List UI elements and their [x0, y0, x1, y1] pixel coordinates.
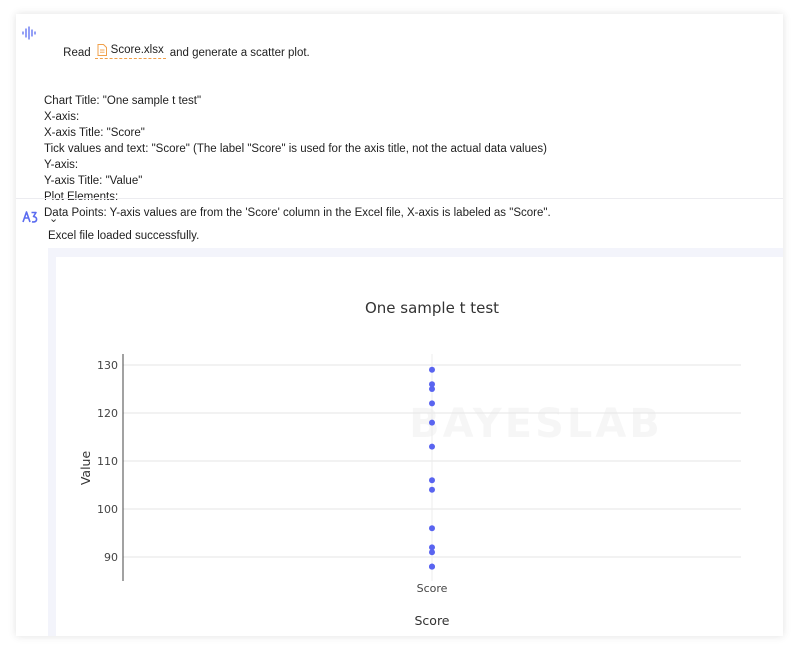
data-point[interactable] — [429, 443, 435, 450]
data-point[interactable] — [429, 366, 435, 373]
y-tick-label: 120 — [97, 407, 118, 420]
prompt-line: Tick values and text: "Score" (The label… — [44, 143, 547, 155]
data-point[interactable] — [429, 563, 435, 570]
y-tick-label: 130 — [97, 359, 118, 372]
prompt-line: X-axis Title: "Score" — [44, 127, 145, 139]
file-name: Score.xlsx — [110, 44, 164, 56]
prompt-read-word: Read — [63, 47, 91, 59]
x-axis-title: Score — [414, 613, 449, 628]
chevron-down-icon[interactable]: ⌄ — [49, 212, 58, 225]
prompt-line: Y-axis: — [44, 159, 79, 171]
chart-container: BAYESLAB 90 100 110 120 130 Score One sample… — [56, 257, 783, 636]
scatter-chart: BAYESLAB 90 100 110 120 130 Score One sample… — [78, 299, 741, 628]
data-point[interactable] — [429, 477, 435, 484]
prompt-line: Chart Title: "One sample t test" — [44, 95, 202, 107]
prompt-line: Y-axis Title: "Value" — [44, 175, 143, 187]
voice-wave-icon — [22, 26, 36, 40]
data-point[interactable] — [429, 400, 435, 407]
assistant-logo-icon — [22, 211, 38, 223]
response-status: Excel file loaded successfully. — [48, 230, 200, 242]
spreadsheet-file-icon — [97, 44, 107, 56]
file-chip[interactable]: Score.xlsx — [94, 42, 166, 59]
y-axis-title: Value — [78, 451, 93, 486]
data-point[interactable] — [429, 486, 435, 493]
data-point[interactable] — [429, 386, 435, 392]
user-prompt: Read Score.xlsx and generate a scatter plo… — [44, 26, 764, 221]
chat-window: Read Score.xlsx and generate a scatter plo… — [16, 14, 783, 636]
message-divider — [16, 198, 783, 199]
prompt-line: Plot Elements: — [44, 191, 119, 203]
prompt-line: Data Points: Y-axis values are from the … — [44, 207, 551, 219]
y-tick-label: 100 — [97, 503, 118, 516]
data-point[interactable] — [429, 549, 435, 556]
chart-title: One sample t test — [365, 299, 499, 317]
watermark: BAYESLAB — [409, 401, 663, 447]
y-tick-label: 110 — [97, 455, 118, 468]
y-tick-label: 90 — [104, 551, 118, 564]
prompt-instruction: and generate a scatter plot. — [169, 47, 310, 59]
x-tick-label: Score — [417, 582, 448, 595]
prompt-line: X-axis: — [44, 111, 80, 123]
data-point[interactable] — [429, 525, 435, 532]
data-point[interactable] — [429, 419, 435, 426]
